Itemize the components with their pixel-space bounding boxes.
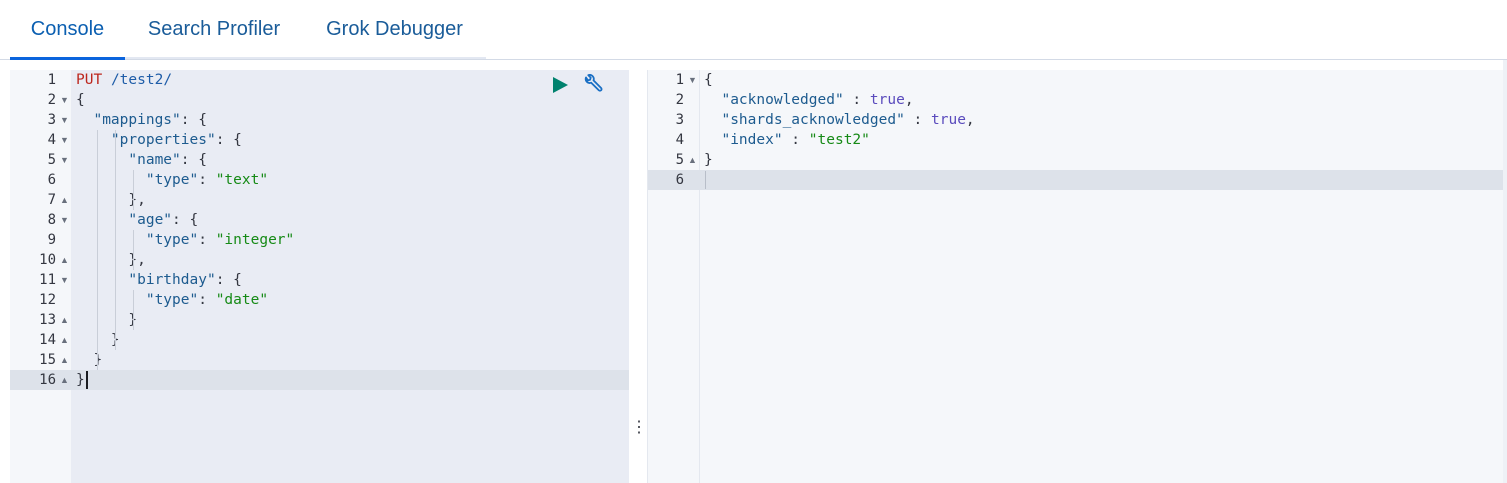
fold-close-icon[interactable]: ▲ — [60, 330, 69, 350]
fold-close-icon[interactable]: ▲ — [60, 370, 69, 390]
code-line: { — [76, 92, 85, 108]
fold-close-icon[interactable]: ▲ — [60, 190, 69, 210]
tab-bar: Console Search Profiler Grok Debugger — [0, 0, 1507, 60]
line-number: 1 — [47, 72, 56, 88]
code-line: "birthday": { — [128, 272, 242, 288]
fold-close-icon[interactable]: ▲ — [688, 150, 697, 170]
indent-guide — [133, 290, 134, 330]
code-line: }, — [76, 192, 146, 208]
code-line: PUT /test2/ — [76, 72, 173, 88]
code-line: "name": { — [128, 152, 207, 168]
line-number: 16 — [39, 372, 56, 388]
line-number: 4 — [47, 132, 56, 148]
tab-console[interactable]: Console — [10, 0, 125, 60]
code-line: "index" : "test2" — [721, 132, 870, 148]
code-line: "type": "date" — [145, 292, 269, 308]
code-line: } — [76, 330, 629, 350]
line-number: 3 — [675, 112, 684, 128]
line-number: 6 — [675, 172, 684, 188]
code-line: "mappings": { — [93, 112, 207, 128]
fold-open-icon[interactable]: ▼ — [60, 210, 69, 230]
text-cursor — [86, 371, 88, 389]
line-number: 5 — [47, 152, 56, 168]
code-line: } — [704, 152, 713, 168]
line-number: 14 — [39, 332, 56, 348]
line-number: 5 — [675, 152, 684, 168]
line-number: 8 — [47, 212, 56, 228]
editor-divider — [647, 70, 648, 483]
line-number: 6 — [47, 172, 56, 188]
line-number: 12 — [39, 292, 56, 308]
fold-open-icon[interactable]: ▼ — [60, 270, 69, 290]
line-number: 1 — [675, 72, 684, 88]
code-line: { — [704, 72, 713, 88]
tab-grok-debugger[interactable]: Grok Debugger — [303, 0, 486, 60]
request-code[interactable]: PUT /test2/ { "mappings": { "properties":… — [76, 70, 629, 483]
wrench-icon[interactable] — [582, 74, 604, 96]
code-line: } — [76, 372, 85, 388]
line-number: 15 — [39, 352, 56, 368]
fold-open-icon[interactable]: ▼ — [60, 130, 69, 150]
panel-resizer[interactable]: ⋮ — [631, 418, 647, 438]
code-line: "shards_acknowledged" : true, — [721, 112, 975, 128]
line-number: 11 — [39, 272, 56, 288]
indent-guide — [115, 130, 116, 350]
text-cursor — [705, 171, 706, 189]
scrollbar[interactable] — [1503, 60, 1507, 483]
line-number: 7 — [47, 192, 56, 208]
line-number: 13 — [39, 312, 56, 328]
play-icon[interactable] — [551, 76, 569, 94]
line-number: 2 — [675, 92, 684, 108]
gutter-divider — [699, 70, 700, 483]
indent-guide — [97, 130, 98, 370]
line-number: 9 — [47, 232, 56, 248]
line-number: 2 — [47, 92, 56, 108]
response-editor[interactable]: 1 ▼ 2 3 4 5 ▲ 6 { "acknowledged" : true, "shard… — [648, 70, 1503, 483]
code-line: }, — [76, 252, 146, 268]
fold-open-icon[interactable]: ▼ — [60, 150, 69, 170]
code-line: "type": "text" — [145, 172, 269, 188]
tab-search-profiler[interactable]: Search Profiler — [125, 0, 303, 60]
code-line: "age": { — [128, 212, 199, 228]
request-editor[interactable]: 1 2 ▼ 3 ▼ 4 ▼ 5 ▼ 6 7 ▲ 8 ▼ 9 10 ▲ 11 ▼ 12 13 ▲ 14 ▲ 15 ▲ 16 ▲ PUT … — [10, 70, 629, 483]
code-line: "acknowledged" : true, — [721, 92, 914, 108]
indent-guide — [133, 230, 134, 270]
fold-open-icon[interactable]: ▼ — [688, 70, 697, 90]
code-line: } — [76, 312, 138, 328]
indent-guide — [133, 170, 134, 210]
response-code[interactable]: { "acknowledged" : true, "shards_acknowl… — [704, 70, 1503, 483]
code-line: "properties": { — [110, 132, 242, 148]
fold-close-icon[interactable]: ▲ — [60, 310, 69, 330]
fold-close-icon[interactable]: ▲ — [60, 350, 69, 370]
fold-open-icon[interactable]: ▼ — [60, 110, 69, 130]
fold-close-icon[interactable]: ▲ — [60, 250, 69, 270]
fold-open-icon[interactable]: ▼ — [60, 90, 69, 110]
code-line: } — [76, 352, 103, 368]
line-number: 3 — [47, 112, 56, 128]
tab-underline — [125, 57, 486, 59]
line-number: 10 — [39, 252, 56, 268]
code-line: "type": "integer" — [145, 232, 295, 248]
line-number: 4 — [675, 132, 684, 148]
